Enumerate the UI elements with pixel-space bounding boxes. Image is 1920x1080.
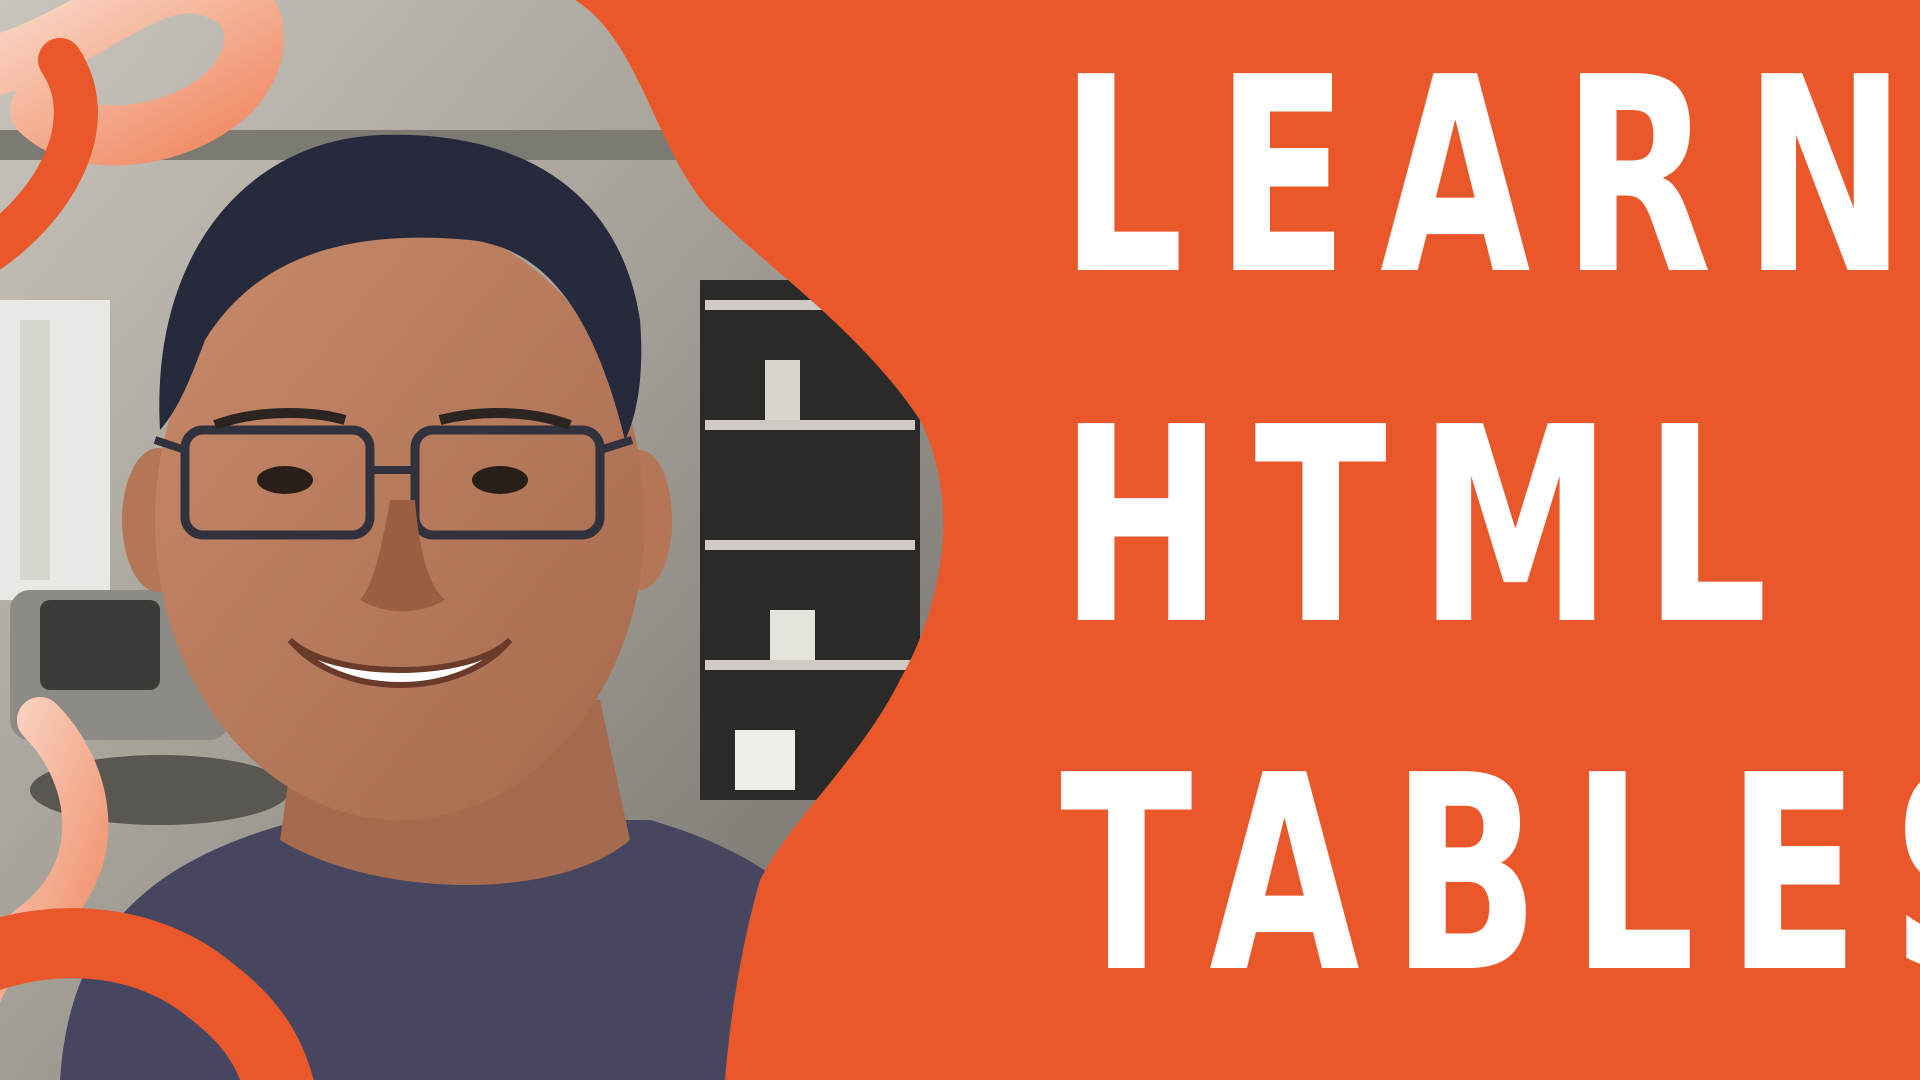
headline-line-2: HTML (1060, 369, 1800, 684)
headline: LEARN HTML TABLES (920, 0, 1920, 1080)
headline-line-1: LEARN (1060, 19, 1920, 334)
headline-line-3: TABLES (1060, 717, 1920, 1032)
video-thumbnail: LEARN HTML TABLES (0, 0, 1920, 1080)
